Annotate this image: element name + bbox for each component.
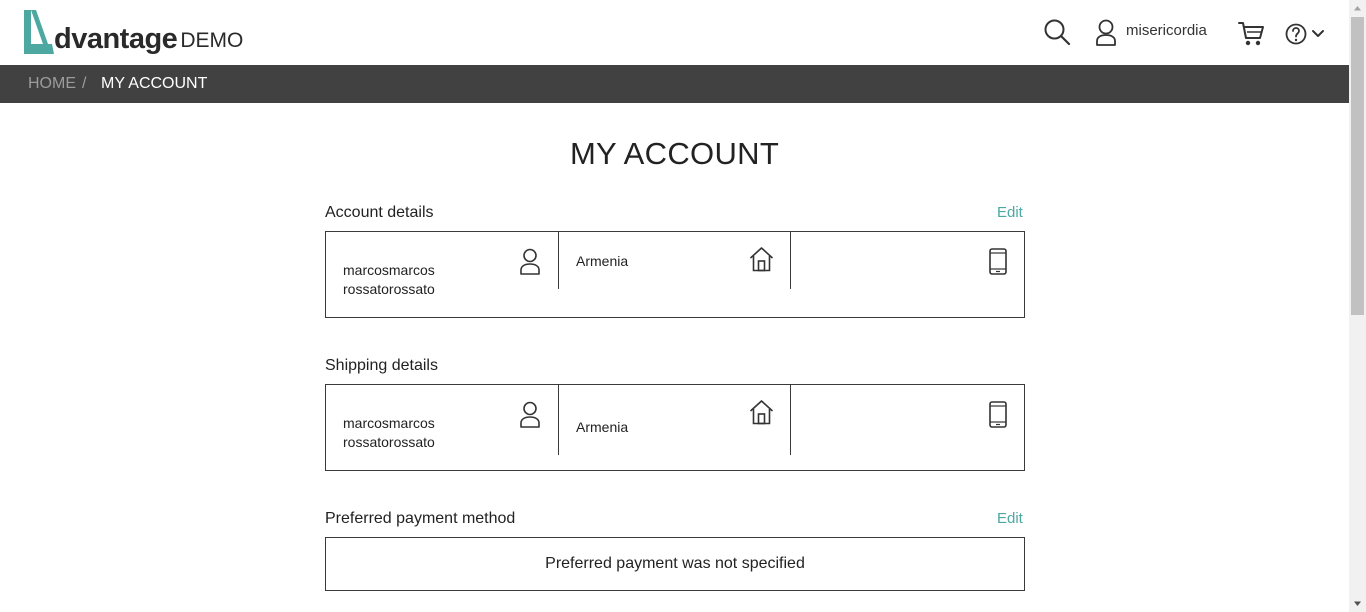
account-details-title: Account details bbox=[325, 204, 434, 221]
shipping-name-cell: marcosmarcos rossatorossato bbox=[326, 385, 559, 455]
home-icon bbox=[749, 400, 774, 425]
account-details-card: marcosmarcos rossatorossato Armenia bbox=[325, 231, 1025, 318]
breadcrumb-home-link[interactable]: HOME bbox=[28, 75, 76, 93]
user-icon[interactable] bbox=[1093, 19, 1119, 47]
shipping-country-cell: Armenia bbox=[559, 385, 791, 455]
logo-demo-suffix: DEMO bbox=[180, 29, 244, 52]
payment-message: Preferred payment was not specified bbox=[545, 555, 805, 572]
cart-icon[interactable] bbox=[1238, 20, 1265, 48]
account-name-line2: rossatorossato bbox=[343, 281, 435, 297]
vertical-scrollbar[interactable] bbox=[1349, 0, 1366, 612]
shipping-phone-cell bbox=[791, 385, 1024, 455]
user-icon bbox=[520, 401, 540, 428]
phone-icon bbox=[989, 248, 1007, 275]
account-phone-cell bbox=[791, 232, 1024, 289]
logo-a-icon bbox=[24, 10, 54, 54]
phone-icon bbox=[989, 401, 1007, 428]
shipping-name-line2: rossatorossato bbox=[343, 434, 435, 450]
user-icon bbox=[520, 248, 540, 275]
search-icon[interactable] bbox=[1043, 18, 1071, 46]
help-icon[interactable] bbox=[1285, 20, 1327, 48]
breadcrumb: HOME / MY ACCOUNT bbox=[0, 65, 1349, 103]
home-icon bbox=[749, 247, 774, 272]
page-title: MY ACCOUNT bbox=[569, 136, 780, 171]
scroll-up-arrow-icon[interactable] bbox=[1349, 0, 1366, 17]
username-link[interactable]: misericordia bbox=[1126, 22, 1207, 39]
scroll-down-arrow-icon[interactable] bbox=[1349, 595, 1366, 612]
account-country: Armenia bbox=[576, 253, 629, 269]
logo-wordmark: dvantage bbox=[54, 23, 178, 55]
shipping-name-line1: marcosmarcos bbox=[343, 415, 435, 431]
shipping-country: Armenia bbox=[576, 419, 629, 435]
chevron-down-icon bbox=[1312, 30, 1324, 37]
payment-method-title: Preferred payment method bbox=[325, 510, 516, 527]
account-name-cell: marcosmarcos rossatorossato bbox=[326, 232, 559, 297]
breadcrumb-current: MY ACCOUNT bbox=[101, 75, 208, 92]
account-name-line1: marcosmarcos bbox=[343, 262, 435, 278]
payment-edit-link[interactable]: Edit bbox=[997, 510, 1023, 527]
payment-card: Preferred payment was not specified bbox=[325, 537, 1025, 591]
account-details-edit-link[interactable]: Edit bbox=[997, 204, 1023, 221]
scrollbar-thumb[interactable] bbox=[1351, 17, 1364, 315]
breadcrumb-separator: / bbox=[82, 75, 87, 92]
shipping-details-card: marcosmarcos rossatorossato Armenia bbox=[325, 384, 1025, 471]
advantage-logo[interactable]: dvantage DEMO bbox=[22, 10, 243, 54]
shipping-details-title: Shipping details bbox=[325, 357, 438, 374]
account-country-cell: Armenia bbox=[559, 232, 791, 289]
top-header: dvantage DEMO misericordia bbox=[0, 0, 1349, 65]
